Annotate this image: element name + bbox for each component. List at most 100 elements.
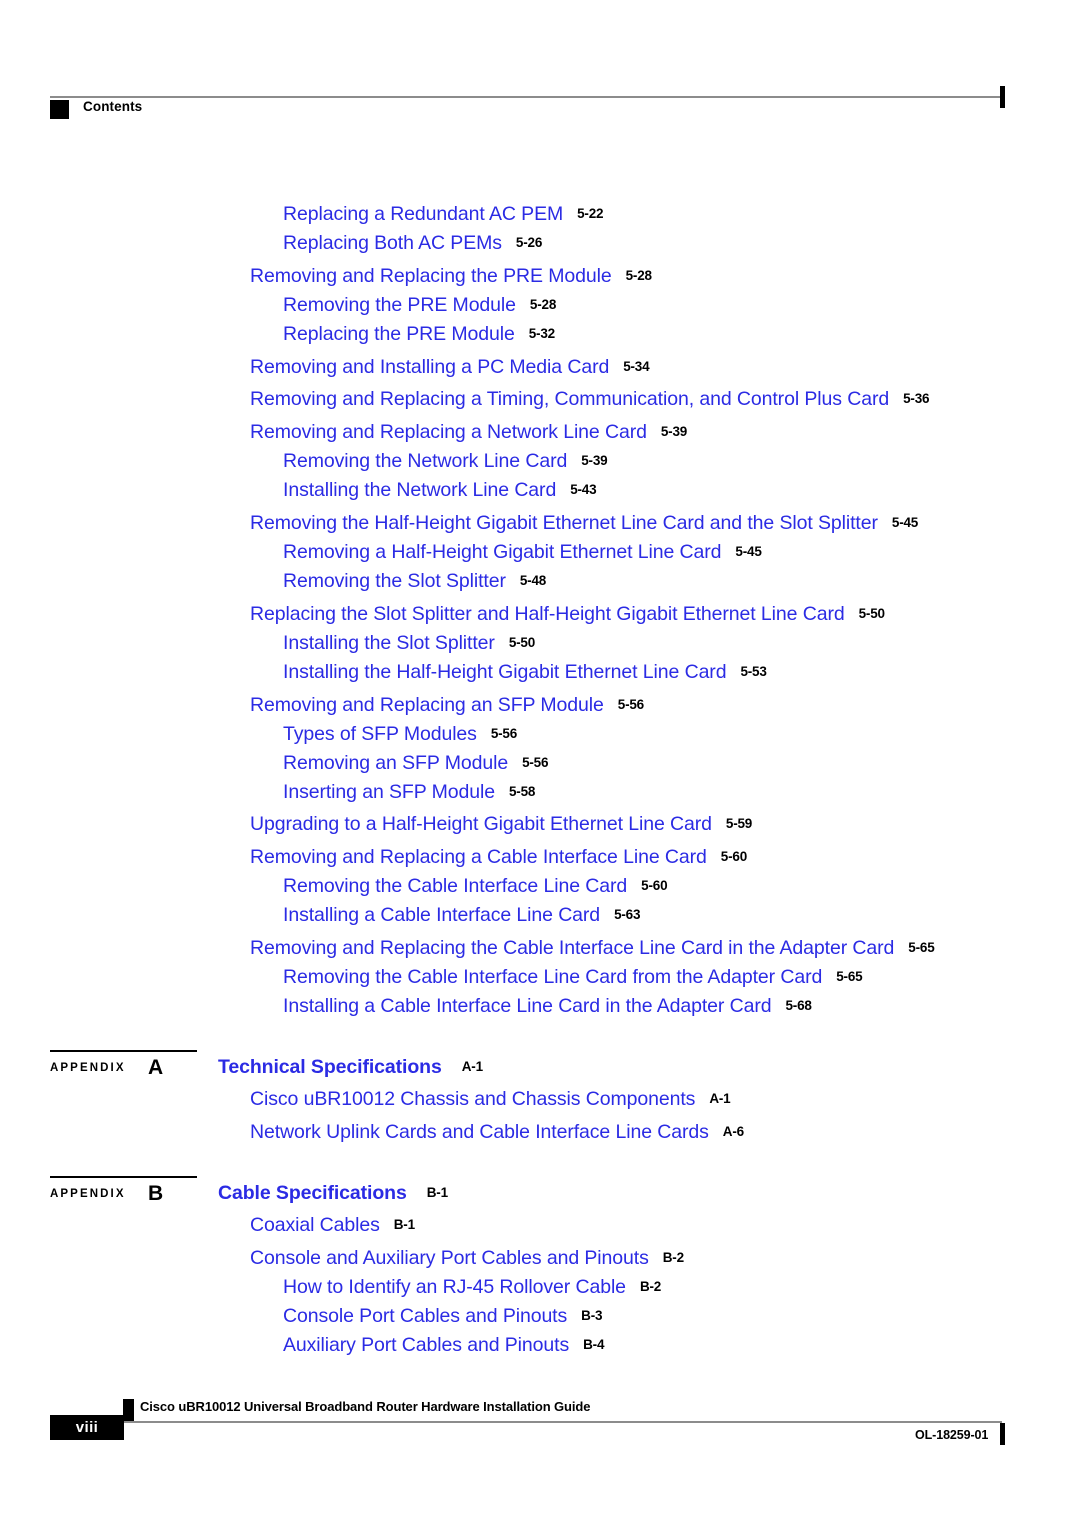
- toc-entry-title[interactable]: Removing the Network Line Card: [283, 450, 567, 472]
- toc-entry-title[interactable]: Removing and Replacing the PRE Module: [250, 265, 612, 287]
- toc-entry-page-number[interactable]: 5-34: [623, 359, 649, 374]
- toc-entry-page-number[interactable]: B-1: [394, 1217, 415, 1232]
- toc-entry[interactable]: Types of SFP Modules 5-56: [283, 723, 517, 745]
- toc-entry-page-number[interactable]: 5-65: [908, 940, 934, 955]
- toc-entry[interactable]: Upgrading to a Half-Height Gigabit Ether…: [250, 814, 752, 835]
- toc-entry[interactable]: Console and Auxiliary Port Cables and Pi…: [250, 1247, 684, 1269]
- toc-entry-title[interactable]: Replacing Both AC PEMs: [283, 232, 502, 254]
- toc-entry[interactable]: Replacing the Slot Splitter and Half-Hei…: [250, 603, 885, 625]
- toc-entry[interactable]: Removing the Half-Height Gigabit Etherne…: [250, 512, 918, 534]
- toc-entry[interactable]: Removing the Network Line Card 5-39: [283, 450, 608, 472]
- toc-entry-page-number[interactable]: 5-60: [721, 849, 747, 864]
- toc-entry-title[interactable]: Types of SFP Modules: [283, 723, 477, 745]
- toc-entry[interactable]: Installing the Slot Splitter 5-50: [283, 632, 535, 654]
- toc-entry-page-number[interactable]: B-2: [663, 1250, 684, 1265]
- toc-entry-title[interactable]: Removing and Replacing the Cable Interfa…: [250, 937, 894, 959]
- toc-entry-page-number[interactable]: B-3: [581, 1308, 602, 1323]
- toc-entry[interactable]: Console Port Cables and Pinouts B-3: [283, 1305, 603, 1327]
- toc-entry[interactable]: Removing and Replacing the Cable Interfa…: [250, 937, 935, 959]
- toc-entry-page-number[interactable]: 5-60: [641, 878, 667, 893]
- toc-entry[interactable]: Removing and Replacing an SFP Module 5-56: [250, 694, 644, 716]
- toc-entry-title[interactable]: Installing the Slot Splitter: [283, 632, 495, 654]
- toc-entry-page-number[interactable]: 5-65: [836, 969, 862, 984]
- toc-entry-page-number[interactable]: 5-53: [740, 664, 766, 679]
- toc-entry-title[interactable]: Cisco uBR10012 Chassis and Chassis Compo…: [250, 1088, 695, 1110]
- toc-entry[interactable]: Technical Specifications A-1: [218, 1056, 483, 1078]
- toc-entry-page-number[interactable]: 5-63: [614, 907, 640, 922]
- toc-entry[interactable]: Cisco uBR10012 Chassis and Chassis Compo…: [250, 1088, 731, 1110]
- toc-entry-title[interactable]: Removing and Replacing a Network Line Ca…: [250, 421, 647, 443]
- toc-entry-title[interactable]: Console and Auxiliary Port Cables and Pi…: [250, 1247, 649, 1269]
- toc-entry-page-number[interactable]: 5-50: [859, 606, 885, 621]
- toc-entry-title[interactable]: Replacing the Slot Splitter and Half-Hei…: [250, 603, 845, 625]
- toc-entry-page-number[interactable]: 5-48: [520, 573, 546, 588]
- toc-entry-title[interactable]: Installing a Cable Interface Line Card: [283, 904, 600, 926]
- toc-entry-page-number[interactable]: 5-36: [903, 391, 929, 406]
- toc-entry-page-number[interactable]: 5-32: [529, 326, 555, 341]
- toc-entry-page-number[interactable]: 5-56: [522, 755, 548, 770]
- toc-entry-page-number[interactable]: 5-56: [618, 697, 644, 712]
- toc-entry-page-number[interactable]: A-1: [462, 1059, 483, 1074]
- toc-entry[interactable]: Removing and Replacing a Timing, Communi…: [250, 389, 930, 410]
- toc-entry-title[interactable]: Removing the Slot Splitter: [283, 570, 506, 592]
- toc-entry-title[interactable]: Removing an SFP Module: [283, 752, 508, 774]
- toc-entry-page-number[interactable]: 5-45: [892, 515, 918, 530]
- toc-entry[interactable]: Removing the Cable Interface Line Card f…: [283, 966, 863, 988]
- toc-entry-title[interactable]: Installing the Network Line Card: [283, 479, 556, 501]
- toc-entry-page-number[interactable]: 5-58: [509, 784, 535, 799]
- toc-entry-page-number[interactable]: A-1: [709, 1091, 730, 1106]
- toc-entry[interactable]: Removing the Slot Splitter 5-48: [283, 570, 546, 592]
- toc-entry[interactable]: Replacing a Redundant AC PEM 5-22: [283, 203, 604, 225]
- toc-entry-title[interactable]: Installing a Cable Interface Line Card i…: [283, 995, 772, 1017]
- toc-entry[interactable]: Removing and Installing a PC Media Card 5…: [250, 356, 650, 378]
- toc-entry-title[interactable]: Removing the Half-Height Gigabit Etherne…: [250, 512, 878, 534]
- toc-entry[interactable]: Inserting an SFP Module 5-58: [283, 781, 535, 803]
- toc-entry-page-number[interactable]: 5-39: [661, 424, 687, 439]
- toc-entry[interactable]: Removing and Replacing the PRE Module 5-2…: [250, 265, 652, 287]
- toc-entry-title[interactable]: Replacing a Redundant AC PEM: [283, 203, 563, 225]
- toc-entry[interactable]: How to Identify an RJ-45 Rollover Cable B…: [283, 1276, 661, 1298]
- toc-entry-page-number[interactable]: 5-59: [726, 816, 752, 831]
- toc-entry[interactable]: Installing a Cable Interface Line Card 5-…: [283, 904, 640, 926]
- toc-entry-title[interactable]: Removing the Cable Interface Line Card: [283, 875, 627, 897]
- toc-entry-title[interactable]: Auxiliary Port Cables and Pinouts: [283, 1334, 569, 1356]
- toc-entry-page-number[interactable]: B-4: [583, 1337, 604, 1352]
- toc-entry-page-number[interactable]: A-6: [723, 1124, 744, 1139]
- toc-entry[interactable]: Removing a Half-Height Gigabit Ethernet …: [283, 541, 762, 563]
- toc-entry-title[interactable]: Network Uplink Cards and Cable Interface…: [250, 1121, 709, 1143]
- toc-entry[interactable]: Network Uplink Cards and Cable Interface…: [250, 1121, 744, 1143]
- toc-entry[interactable]: Coaxial Cables B-1: [250, 1214, 415, 1236]
- toc-entry-title[interactable]: Coaxial Cables: [250, 1214, 380, 1236]
- toc-entry-page-number[interactable]: 5-26: [516, 235, 542, 250]
- toc-entry-title[interactable]: Inserting an SFP Module: [283, 781, 495, 803]
- toc-entry[interactable]: Replacing the PRE Module 5-32: [283, 323, 555, 345]
- toc-entry-title[interactable]: How to Identify an RJ-45 Rollover Cable: [283, 1276, 626, 1298]
- toc-entry-title[interactable]: Cable Specifications: [218, 1182, 407, 1204]
- toc-entry-title[interactable]: Replacing the PRE Module: [283, 323, 515, 345]
- toc-entry-title[interactable]: Removing the PRE Module: [283, 294, 516, 316]
- toc-entry-title[interactable]: Console Port Cables and Pinouts: [283, 1305, 567, 1327]
- toc-entry[interactable]: Installing the Network Line Card 5-43: [283, 479, 597, 501]
- toc-entry[interactable]: Auxiliary Port Cables and Pinouts B-4: [283, 1334, 604, 1356]
- toc-entry-title[interactable]: Removing and Replacing an SFP Module: [250, 694, 604, 716]
- toc-entry-page-number[interactable]: 5-39: [581, 453, 607, 468]
- toc-entry[interactable]: Removing the Cable Interface Line Card 5-…: [283, 875, 668, 897]
- toc-entry[interactable]: Removing the PRE Module 5-28: [283, 294, 556, 316]
- toc-entry[interactable]: Replacing Both AC PEMs 5-26: [283, 232, 542, 254]
- toc-entry[interactable]: Removing and Replacing a Cable Interface…: [250, 846, 747, 868]
- toc-entry-page-number[interactable]: 5-22: [577, 206, 603, 221]
- toc-entry-title[interactable]: Removing and Replacing a Cable Interface…: [250, 846, 707, 868]
- toc-entry-title[interactable]: Removing the Cable Interface Line Card f…: [283, 966, 822, 988]
- toc-entry-title[interactable]: Removing a Half-Height Gigabit Ethernet …: [283, 541, 722, 563]
- toc-entry-page-number[interactable]: 5-28: [626, 268, 652, 283]
- toc-entry-page-number[interactable]: 5-56: [491, 726, 517, 741]
- toc-entry-title[interactable]: Removing and Installing a PC Media Card: [250, 356, 609, 378]
- toc-entry-page-number[interactable]: B-2: [640, 1279, 661, 1294]
- toc-entry-page-number[interactable]: 5-45: [735, 544, 761, 559]
- toc-entry-page-number[interactable]: 5-43: [570, 482, 596, 497]
- toc-entry[interactable]: Cable Specifications B-1: [218, 1182, 448, 1204]
- toc-entry-title[interactable]: Installing the Half-Height Gigabit Ether…: [283, 661, 727, 683]
- toc-entry-title[interactable]: Technical Specifications: [218, 1056, 442, 1078]
- toc-entry[interactable]: Installing the Half-Height Gigabit Ether…: [283, 661, 767, 683]
- toc-entry-page-number[interactable]: 5-28: [530, 297, 556, 312]
